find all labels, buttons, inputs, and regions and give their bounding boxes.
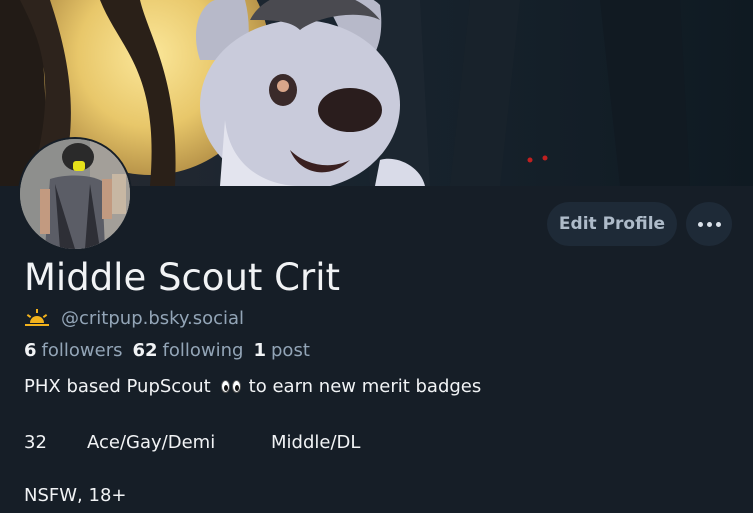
- bio-content-warning: NSFW, 18+: [24, 485, 127, 506]
- bio-role: Middle/DL: [271, 432, 361, 453]
- following-label: following: [162, 340, 244, 361]
- bio-age: 32: [24, 432, 47, 453]
- ellipsis-icon: [697, 221, 721, 227]
- profile-avatar[interactable]: [18, 137, 132, 251]
- bio-text-before: PHX based PupScout: [24, 376, 211, 397]
- posts-stat: 1 post: [253, 340, 309, 361]
- sunrise-icon: [25, 309, 49, 326]
- posts-label: post: [271, 340, 310, 361]
- following-link[interactable]: 62 following: [132, 340, 243, 361]
- edit-profile-label: Edit Profile: [558, 214, 666, 234]
- followers-label: followers: [41, 340, 123, 361]
- bio-orientation: Ace/Gay/Demi: [87, 432, 216, 453]
- more-options-button[interactable]: [686, 202, 732, 246]
- avatar-photo: [20, 139, 130, 249]
- edit-profile-button[interactable]: Edit Profile: [547, 202, 677, 246]
- following-count: 62: [132, 340, 158, 361]
- eyes-icon: [220, 380, 241, 393]
- followers-link[interactable]: 6 followers: [24, 340, 122, 361]
- posts-count: 1: [253, 340, 266, 361]
- bio-line-1: PHX based PupScout to earn new merit bad…: [24, 376, 481, 397]
- handle-row: @critpup.bsky.social: [24, 305, 244, 331]
- followers-count: 6: [24, 340, 37, 361]
- handle-text: @critpup.bsky.social: [61, 307, 245, 329]
- profile-stats: 6 followers 62 following 1 post: [24, 340, 310, 361]
- bio-text-after: to earn new merit badges: [248, 376, 482, 397]
- display-name: Middle Scout Crit: [24, 256, 340, 299]
